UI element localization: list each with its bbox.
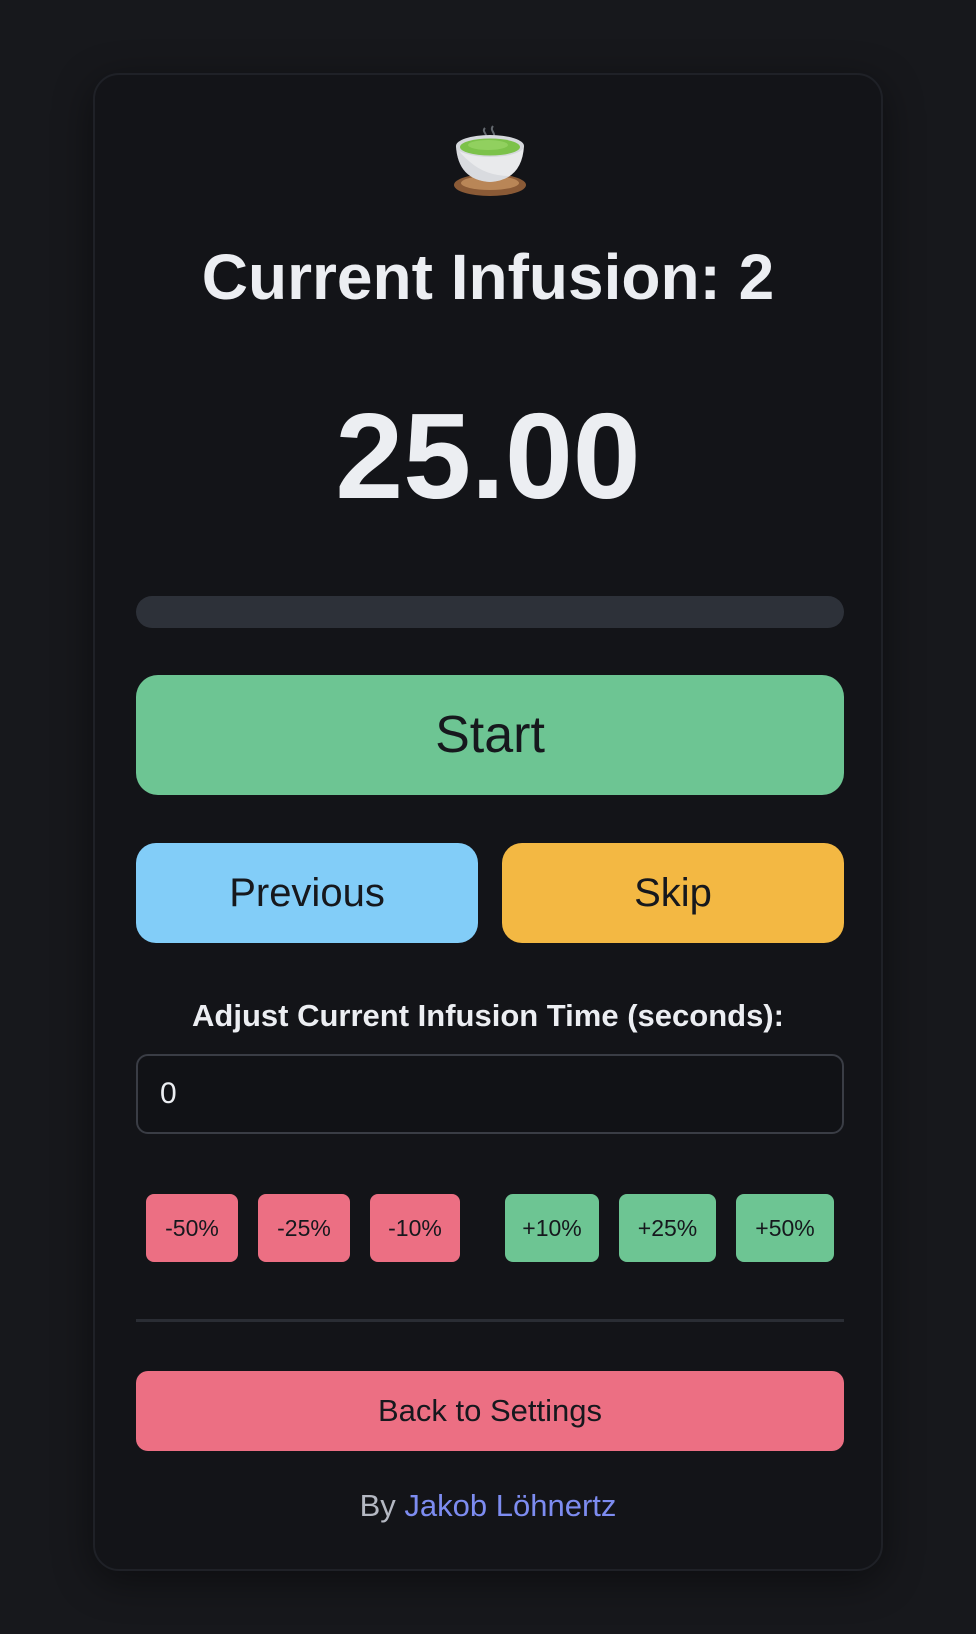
skip-button[interactable]: Skip	[502, 843, 844, 943]
divider	[136, 1319, 844, 1322]
timer-card: Current Infusion: 2 25.00 Start Previous…	[93, 73, 883, 1571]
author-link[interactable]: Jakob Löhnertz	[404, 1488, 616, 1523]
minus-25-percent-button[interactable]: -25%	[258, 1194, 350, 1262]
footer-prefix: By	[359, 1488, 396, 1523]
plus-25-percent-button[interactable]: +25%	[619, 1194, 716, 1262]
adjust-time-input[interactable]	[136, 1054, 844, 1134]
adjust-time-label: Adjust Current Infusion Time (seconds):	[192, 998, 784, 1033]
infusion-title: Current Infusion: 2	[201, 241, 775, 313]
start-button[interactable]: Start	[136, 675, 844, 795]
previous-button[interactable]: Previous	[136, 843, 478, 943]
back-to-settings-button[interactable]: Back to Settings	[136, 1371, 844, 1451]
teacup-icon	[454, 125, 526, 196]
footer-credit: By Jakob Löhnertz	[95, 1487, 881, 1524]
plus-10-percent-button[interactable]: +10%	[505, 1194, 599, 1262]
plus-50-percent-button[interactable]: +50%	[736, 1194, 834, 1262]
progress-bar	[136, 596, 844, 628]
minus-50-percent-button[interactable]: -50%	[146, 1194, 238, 1262]
timer-display: 25.00	[335, 388, 641, 524]
minus-10-percent-button[interactable]: -10%	[370, 1194, 460, 1262]
